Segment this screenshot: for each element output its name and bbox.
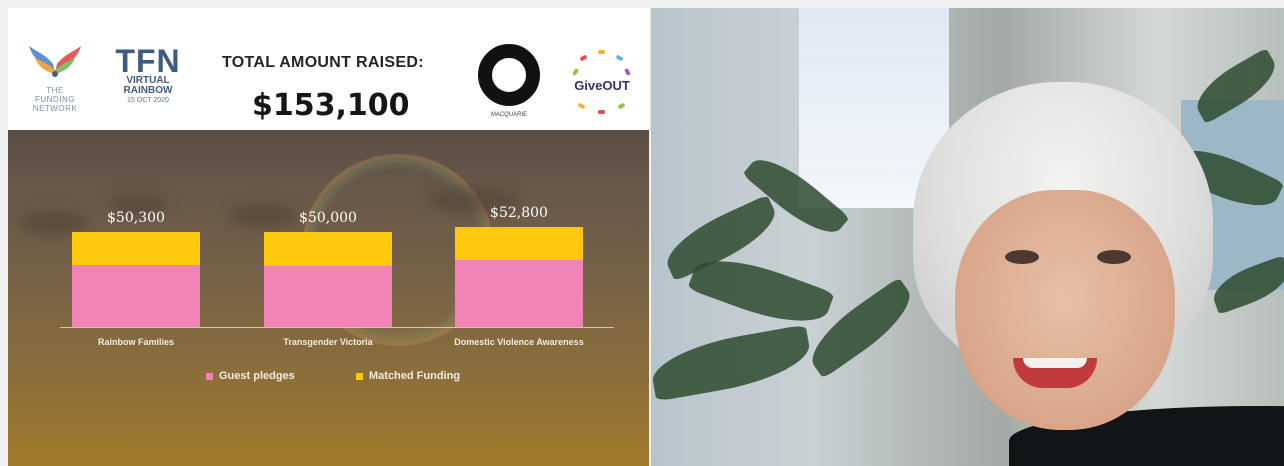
webcam-video-feed (651, 8, 1284, 466)
presenter (913, 82, 1284, 466)
funding-network-logo: THE FUNDING NETWORK (24, 38, 86, 118)
giveout-logo: GiveOUT (562, 44, 642, 124)
funds-raised-bar-chart: Guest pledges Matched Funding $50,300 Rain… (8, 130, 649, 466)
bar-total-label: $52,800 (490, 205, 548, 221)
slide-header: THE FUNDING NETWORK TFN VIRTUAL RAINBOW … (8, 8, 649, 130)
total-raised-value: $153,100 (252, 88, 410, 123)
legend-item: Guest pledges (206, 370, 295, 382)
legend-item: Matched Funding (356, 370, 460, 382)
bird-wings-icon (29, 46, 81, 77)
presenter-face (955, 190, 1175, 430)
legend-label: Guest pledges (219, 370, 295, 382)
bar-total-label: $50,300 (107, 209, 165, 226)
total-raised-label: TOTAL AMOUNT RAISED: (222, 54, 424, 71)
bar-guest-pledges-2 (455, 259, 583, 327)
bar-matched-funding-1 (264, 232, 392, 266)
funding-network-text: THE FUNDING NETWORK (32, 86, 78, 113)
bar-guest-pledges-1 (264, 265, 392, 327)
category-label: Rainbow Families (97, 337, 175, 347)
bar-total-label: $50,000 (299, 210, 357, 227)
legend-swatch (356, 372, 363, 380)
legend-label: Matched Funding (369, 370, 461, 382)
video-call-screen: THE FUNDING NETWORK TFN VIRTUAL RAINBOW … (0, 0, 1284, 466)
category-label: Domestic Violence Awareness (454, 337, 584, 347)
legend-swatch (206, 372, 213, 380)
bar-guest-pledges-0 (72, 265, 200, 327)
ring-icon (478, 44, 540, 106)
tfn-virtual-rainbow-logo: TFN VIRTUAL RAINBOW 15 OCT 2020 (115, 43, 181, 104)
x-axis-line (60, 327, 614, 328)
category-label: Transgender Victoria (283, 337, 373, 347)
macquarie-logo: MACQUARIE (472, 44, 546, 124)
bar-matched-funding-2 (455, 227, 583, 260)
shared-presentation-slide: THE FUNDING NETWORK TFN VIRTUAL RAINBOW … (8, 8, 649, 466)
bar-matched-funding-0 (72, 231, 200, 266)
